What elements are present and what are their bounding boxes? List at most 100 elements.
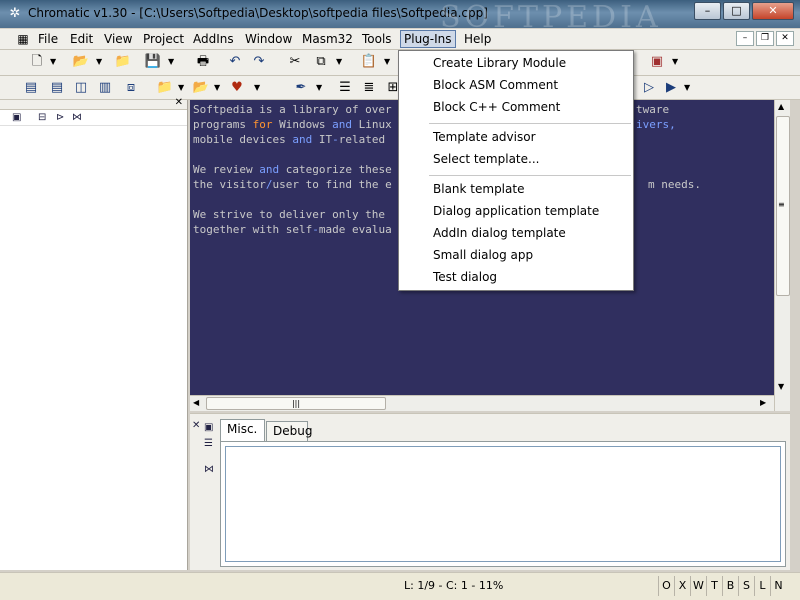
- menu-item-block-cpp-comment[interactable]: Block C++ Comment: [433, 100, 560, 114]
- output-icon[interactable]: ▣: [204, 422, 213, 433]
- window-controls: – □ ✕: [692, 2, 794, 20]
- menu-window[interactable]: Window: [245, 32, 292, 46]
- menu-separator: [429, 175, 631, 176]
- menu-bar: ▦ File Edit View Project AddIns Window M…: [0, 29, 800, 50]
- list-icon[interactable]: ☰: [204, 438, 213, 449]
- menu-item-create-library-module[interactable]: Create Library Module: [433, 56, 566, 70]
- output-textarea[interactable]: [225, 446, 781, 562]
- scroll-left-icon[interactable]: ◀: [193, 398, 199, 407]
- menu-file[interactable]: File: [38, 32, 58, 46]
- mdi-restore-button[interactable]: ❐: [756, 31, 774, 46]
- play-icon[interactable]: ▷: [640, 80, 658, 96]
- tab-misc[interactable]: Misc.: [220, 419, 265, 441]
- scroll-thumb[interactable]: |||: [206, 397, 386, 410]
- layout-split-icon[interactable]: ◫: [72, 80, 90, 96]
- window-title: Chromatic v1.30 - [C:\Users\Softpedia\De…: [28, 6, 488, 20]
- menu-item-template-advisor[interactable]: Template advisor: [433, 130, 536, 144]
- marker-icon[interactable]: ✒: [292, 80, 310, 96]
- folder-open-icon[interactable]: 📂: [192, 80, 210, 96]
- scroll-right-icon[interactable]: ▶: [760, 398, 766, 407]
- menu-tools[interactable]: Tools: [362, 32, 392, 46]
- function-list-icon[interactable]: ⊳: [56, 112, 64, 123]
- plugins-dropdown-menu: Create Library Module Block ASM Comment …: [398, 50, 634, 291]
- copy-icon[interactable]: ⧉: [312, 54, 330, 70]
- tool-icon[interactable]: ▣: [648, 54, 666, 70]
- chevron-down-icon[interactable]: ▼: [254, 80, 260, 96]
- output-side-toolbar: ✕ ▣ ☰ ⋈: [190, 420, 218, 570]
- menu-item-test-dialog[interactable]: Test dialog: [433, 270, 497, 284]
- mdi-close-button[interactable]: ✕: [776, 31, 794, 46]
- menu-item-blank-template[interactable]: Blank template: [433, 182, 524, 196]
- chevron-down-icon[interactable]: ▼: [96, 54, 102, 70]
- menu-item-addin-dialog-template[interactable]: AddIn dialog template: [433, 226, 566, 240]
- chevron-down-icon[interactable]: ▼: [684, 80, 690, 96]
- menu-view[interactable]: View: [104, 32, 132, 46]
- chevron-down-icon[interactable]: ▼: [214, 80, 220, 96]
- redo-icon[interactable]: ↷: [250, 54, 268, 70]
- cut-icon[interactable]: ✂: [286, 54, 304, 70]
- chevron-down-icon[interactable]: ▼: [384, 54, 390, 70]
- menu-plugins[interactable]: Plug-Ins: [400, 30, 456, 48]
- menu-item-small-dialog-app[interactable]: Small dialog app: [433, 248, 533, 262]
- chevron-down-icon[interactable]: ▼: [316, 80, 322, 96]
- chevron-down-icon[interactable]: ▼: [50, 54, 56, 70]
- horizontal-scrollbar[interactable]: ◀ ||| ▶: [190, 395, 774, 411]
- code-overflow-right: tware ivers, m needs.: [636, 103, 701, 191]
- status-flag: N: [770, 576, 786, 596]
- close-button[interactable]: ✕: [752, 2, 794, 20]
- layout-top-icon[interactable]: ▤: [22, 80, 40, 96]
- mdi-controls: – ❐ ✕: [734, 31, 794, 46]
- status-flag: O: [658, 576, 674, 596]
- tab-debug[interactable]: Debug: [266, 421, 312, 441]
- chevron-down-icon[interactable]: ▼: [336, 54, 342, 70]
- menu-item-select-template[interactable]: Select template...: [433, 152, 539, 166]
- menu-item-block-asm-comment[interactable]: Block ASM Comment: [433, 78, 558, 92]
- project-explorer-panel: ✕ ▣ ⊟ ⊳ ⋈: [0, 97, 188, 570]
- chevron-down-icon[interactable]: ▼: [672, 54, 678, 70]
- title-bar[interactable]: ✲ Chromatic v1.30 - [C:\Users\Softpedia\…: [0, 0, 800, 35]
- close-icon[interactable]: ✕: [175, 97, 183, 108]
- scroll-up-icon[interactable]: ▲: [778, 102, 784, 111]
- print-icon[interactable]: 🖶: [194, 54, 212, 70]
- status-flag: X: [674, 576, 690, 596]
- heart-icon[interactable]: ♥: [228, 80, 246, 96]
- menu-project[interactable]: Project: [143, 32, 184, 46]
- tree-view-icon[interactable]: ▣: [12, 112, 21, 123]
- align-lines-icon[interactable]: ☰: [336, 80, 354, 96]
- chevron-down-icon[interactable]: ▼: [168, 54, 174, 70]
- open-project-icon[interactable]: 📁: [114, 54, 132, 70]
- paste-icon[interactable]: 📋: [360, 54, 378, 70]
- status-flag: T: [706, 576, 722, 596]
- layout-bottom-icon[interactable]: ▤: [48, 80, 66, 96]
- file-list-icon[interactable]: ⊟: [38, 112, 46, 123]
- maximize-button[interactable]: □: [723, 2, 750, 20]
- folder-icon[interactable]: 📁: [156, 80, 174, 96]
- vertical-scrollbar[interactable]: ▲ ≡ ▼: [774, 100, 790, 411]
- run-icon[interactable]: ▶: [662, 80, 680, 96]
- debug-icon[interactable]: ⋈: [204, 464, 214, 475]
- save-icon[interactable]: 💾: [144, 54, 162, 70]
- mdi-minimize-button[interactable]: –: [736, 31, 754, 46]
- new-file-icon[interactable]: 🗋: [28, 54, 46, 70]
- menu-help[interactable]: Help: [464, 32, 491, 46]
- grip-icon: ≡: [778, 200, 785, 209]
- output-content: [220, 441, 786, 567]
- chevron-down-icon[interactable]: ▼: [178, 80, 184, 96]
- menu-masm32[interactable]: Masm32: [302, 32, 353, 46]
- layout-left-icon[interactable]: ▥: [96, 80, 114, 96]
- undo-icon[interactable]: ↶: [226, 54, 244, 70]
- open-folder-icon[interactable]: 📂: [72, 54, 90, 70]
- menu-item-dialog-application-template[interactable]: Dialog application template: [433, 204, 599, 218]
- menu-edit[interactable]: Edit: [70, 32, 93, 46]
- scroll-down-icon[interactable]: ▼: [778, 382, 784, 391]
- close-icon[interactable]: ✕: [192, 420, 200, 431]
- app-icon[interactable]: ✲: [7, 6, 23, 22]
- class-view-icon[interactable]: ⋈: [72, 112, 82, 123]
- menu-separator: [429, 123, 631, 124]
- menu-addins[interactable]: AddIns: [193, 32, 234, 46]
- minimize-button[interactable]: –: [694, 2, 721, 20]
- panel-toolbar: ▣ ⊟ ⊳ ⋈: [0, 110, 187, 126]
- status-flag: W: [690, 576, 706, 596]
- layout-tile-icon[interactable]: ⧈: [122, 80, 140, 96]
- stack-icon[interactable]: ≣: [360, 80, 378, 96]
